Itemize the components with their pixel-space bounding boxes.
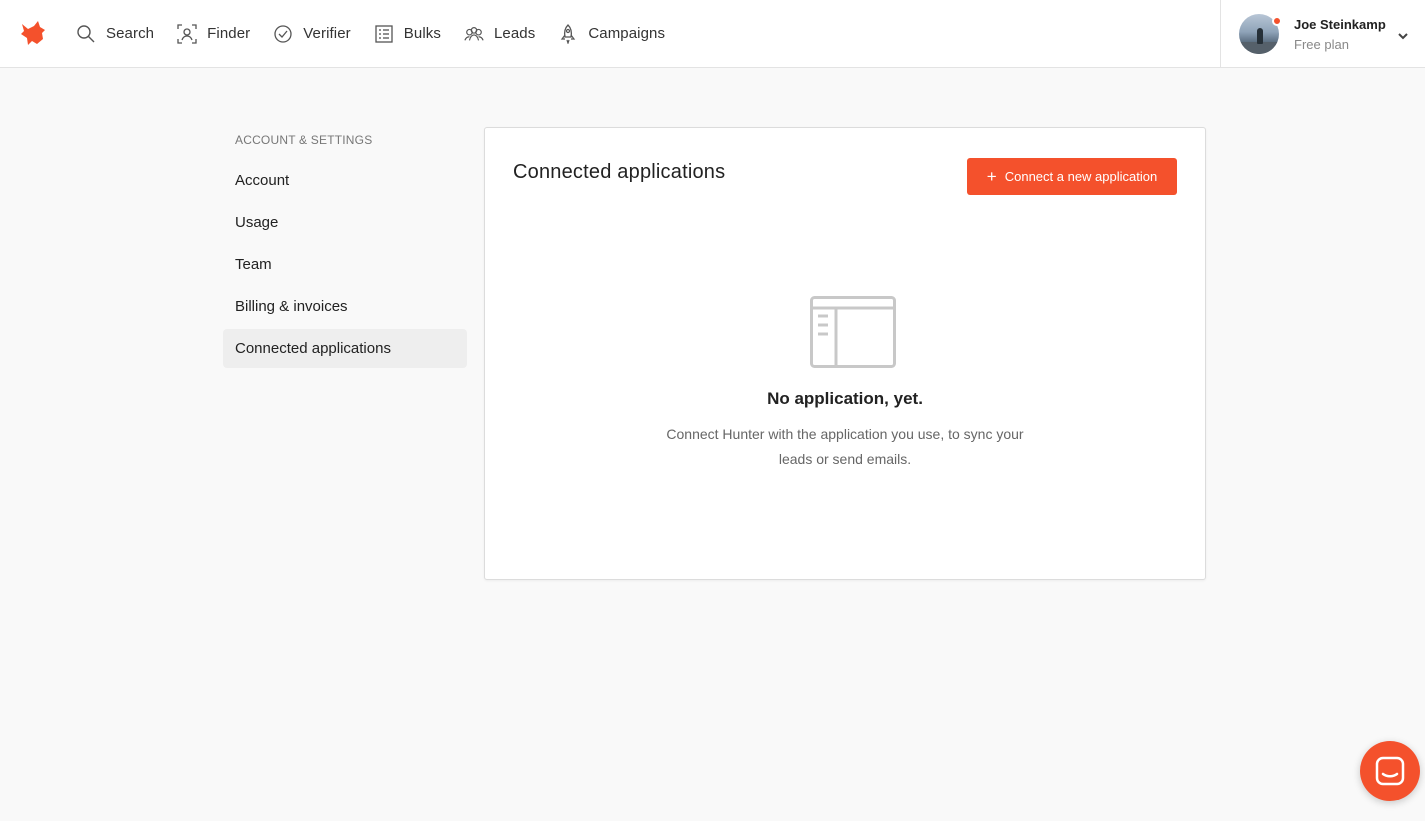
chevron-down-icon: [1397, 28, 1409, 40]
top-navbar: Search Finder Verifier Bulks Leads Campa…: [0, 0, 1425, 68]
finder-icon: [177, 23, 197, 44]
nav-label: Search: [106, 25, 155, 42]
fox-logo-icon[interactable]: [18, 20, 48, 46]
bulks-icon: [374, 24, 394, 44]
search-icon: [76, 24, 96, 44]
nav-search[interactable]: Search: [76, 24, 154, 44]
nav-label: Finder: [207, 25, 251, 42]
empty-state-title: No application, yet.: [767, 389, 923, 408]
notification-dot: [1272, 16, 1282, 26]
leads-icon: [464, 24, 484, 44]
connect-new-application-button[interactable]: + Connect a new application: [967, 158, 1177, 195]
campaigns-icon: [558, 23, 578, 44]
user-name: Joe Steinkamp: [1294, 17, 1386, 32]
empty-state-text: Connect Hunter with the application you …: [666, 426, 1024, 467]
application-window-icon: [810, 296, 896, 368]
nav-label: Verifier: [303, 25, 351, 42]
sidebar-item-usage[interactable]: Usage: [223, 203, 467, 242]
sidebar-item-connected-applications[interactable]: Connected applications: [223, 329, 467, 368]
nav-bulks[interactable]: Bulks: [374, 24, 441, 44]
nav-finder[interactable]: Finder: [177, 23, 251, 44]
sidebar-heading: ACCOUNT & SETTINGS: [235, 133, 373, 147]
connected-applications-card: Connected applications + Connect a new a…: [484, 127, 1206, 580]
verifier-icon: [273, 24, 293, 44]
chat-icon: [1375, 756, 1405, 786]
plus-icon: +: [986, 167, 997, 186]
main-nav: Search Finder Verifier Bulks Leads Campa…: [76, 0, 688, 67]
nav-label: Leads: [493, 25, 536, 42]
user-menu[interactable]: Joe Steinkamp Free plan: [1220, 0, 1425, 67]
connect-button-label: Connect a new application: [1004, 169, 1158, 184]
sidebar-item-account[interactable]: Account: [223, 161, 467, 200]
nav-label: Campaigns: [588, 25, 666, 42]
sidebar-item-team[interactable]: Team: [223, 245, 467, 284]
nav-leads[interactable]: Leads: [464, 24, 535, 44]
chat-launcher-button[interactable]: [1360, 741, 1420, 801]
page-title: Connected applications: [513, 161, 726, 183]
nav-verifier[interactable]: Verifier: [273, 24, 351, 44]
sidebar-item-billing[interactable]: Billing & invoices: [223, 287, 467, 326]
nav-campaigns[interactable]: Campaigns: [558, 23, 666, 44]
user-plan: Free plan: [1294, 37, 1349, 52]
nav-label: Bulks: [403, 25, 441, 42]
